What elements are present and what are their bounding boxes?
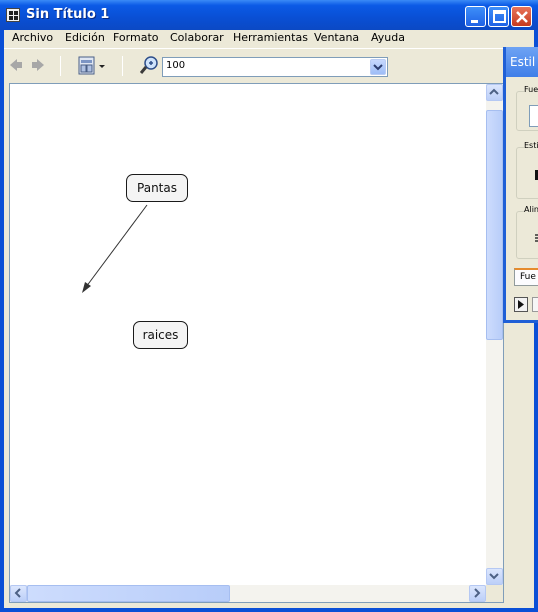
styles-panel-title-bar[interactable]: Estil: [506, 47, 538, 77]
zoom-level-value: 100: [166, 60, 186, 71]
concept-node-raices[interactable]: raices: [133, 321, 188, 349]
window-client-area: Archivo Edición Formato Colaborar Herram…: [4, 30, 534, 608]
horizontal-scroll-thumb[interactable]: [27, 585, 230, 602]
menu-bar: Archivo Edición Formato Colaborar Herram…: [4, 30, 504, 47]
toolbar-separator: [122, 56, 123, 76]
scroll-left-button[interactable]: [10, 585, 27, 602]
zoom-level-combo[interactable]: 100: [162, 57, 388, 77]
font-field[interactable]: [529, 105, 538, 127]
scrollbar-corner: [486, 585, 503, 602]
horizontal-scrollbar[interactable]: [10, 585, 486, 602]
concept-map-canvas-frame: Pantas raices: [9, 83, 504, 603]
concept-link-line[interactable]: [85, 204, 148, 288]
zoom-button[interactable]: [139, 55, 160, 78]
vertical-scroll-thumb[interactable]: [486, 110, 503, 340]
chevron-right-icon: [474, 588, 481, 598]
scroll-up-button[interactable]: [486, 84, 503, 101]
link-arrowhead-icon: [82, 282, 91, 293]
alignment-group: [516, 211, 538, 259]
view-dropdown-button[interactable]: [78, 56, 108, 79]
maximize-button[interactable]: [488, 6, 509, 27]
menu-edicion[interactable]: Edición: [65, 31, 105, 44]
forward-arrow-icon: [32, 59, 44, 71]
zoom-icon: [139, 56, 158, 74]
scroll-right-button[interactable]: [469, 585, 486, 602]
toolbar-separator: [60, 56, 61, 76]
concept-map-canvas[interactable]: Pantas raices: [10, 84, 486, 585]
minimize-button[interactable]: [465, 6, 486, 27]
back-button[interactable]: [9, 58, 23, 75]
styles-panel: Estil Fue Esti Aline Fue: [503, 47, 538, 323]
font-group: [516, 91, 538, 131]
scroll-down-button[interactable]: [486, 568, 503, 585]
toolbar: 100: [4, 48, 504, 82]
menu-archivo[interactable]: Archivo: [12, 31, 53, 44]
maximize-icon: [493, 10, 506, 23]
menu-ayuda[interactable]: Ayuda: [371, 31, 405, 44]
close-icon: [516, 11, 528, 23]
menu-ventana[interactable]: Ventana: [314, 31, 359, 44]
style-group: [516, 147, 538, 199]
title-bar[interactable]: Sin Título 1: [0, 0, 538, 30]
vertical-scrollbar[interactable]: [486, 84, 503, 585]
menu-colaborar[interactable]: Colaborar: [170, 31, 224, 44]
link-layer: [82, 204, 148, 293]
app-icon: [6, 8, 20, 22]
main-window: Sin Título 1 Archivo Edición Formato Col…: [0, 0, 538, 612]
forward-button[interactable]: [31, 58, 45, 75]
minimize-icon: [471, 20, 478, 23]
alignment-group-label: Aline: [524, 205, 538, 214]
back-arrow-icon: [10, 59, 22, 71]
font-group-label: Fue: [524, 85, 538, 94]
chevron-left-icon: [14, 588, 21, 598]
styles-panel-title: Estil: [510, 55, 536, 69]
zoom-dropdown-button[interactable]: [370, 59, 386, 75]
chevron-down-icon: [373, 64, 383, 71]
window-title: Sin Título 1: [26, 7, 110, 22]
style-group-label: Esti: [524, 141, 538, 150]
concept-node-pantas[interactable]: Pantas: [126, 174, 188, 202]
play-arrow-icon: [518, 300, 524, 309]
font-tab[interactable]: Fue: [514, 268, 538, 286]
menu-formato[interactable]: Formato: [113, 31, 159, 44]
menu-herramientas[interactable]: Herramientas: [233, 31, 308, 44]
panel-expand-button[interactable]: [514, 297, 528, 312]
chevron-up-icon: [489, 88, 499, 95]
panel-field[interactable]: [532, 297, 538, 312]
chevron-down-icon: [489, 573, 499, 580]
close-button[interactable]: [511, 6, 532, 27]
map-view-icon: [78, 56, 105, 75]
